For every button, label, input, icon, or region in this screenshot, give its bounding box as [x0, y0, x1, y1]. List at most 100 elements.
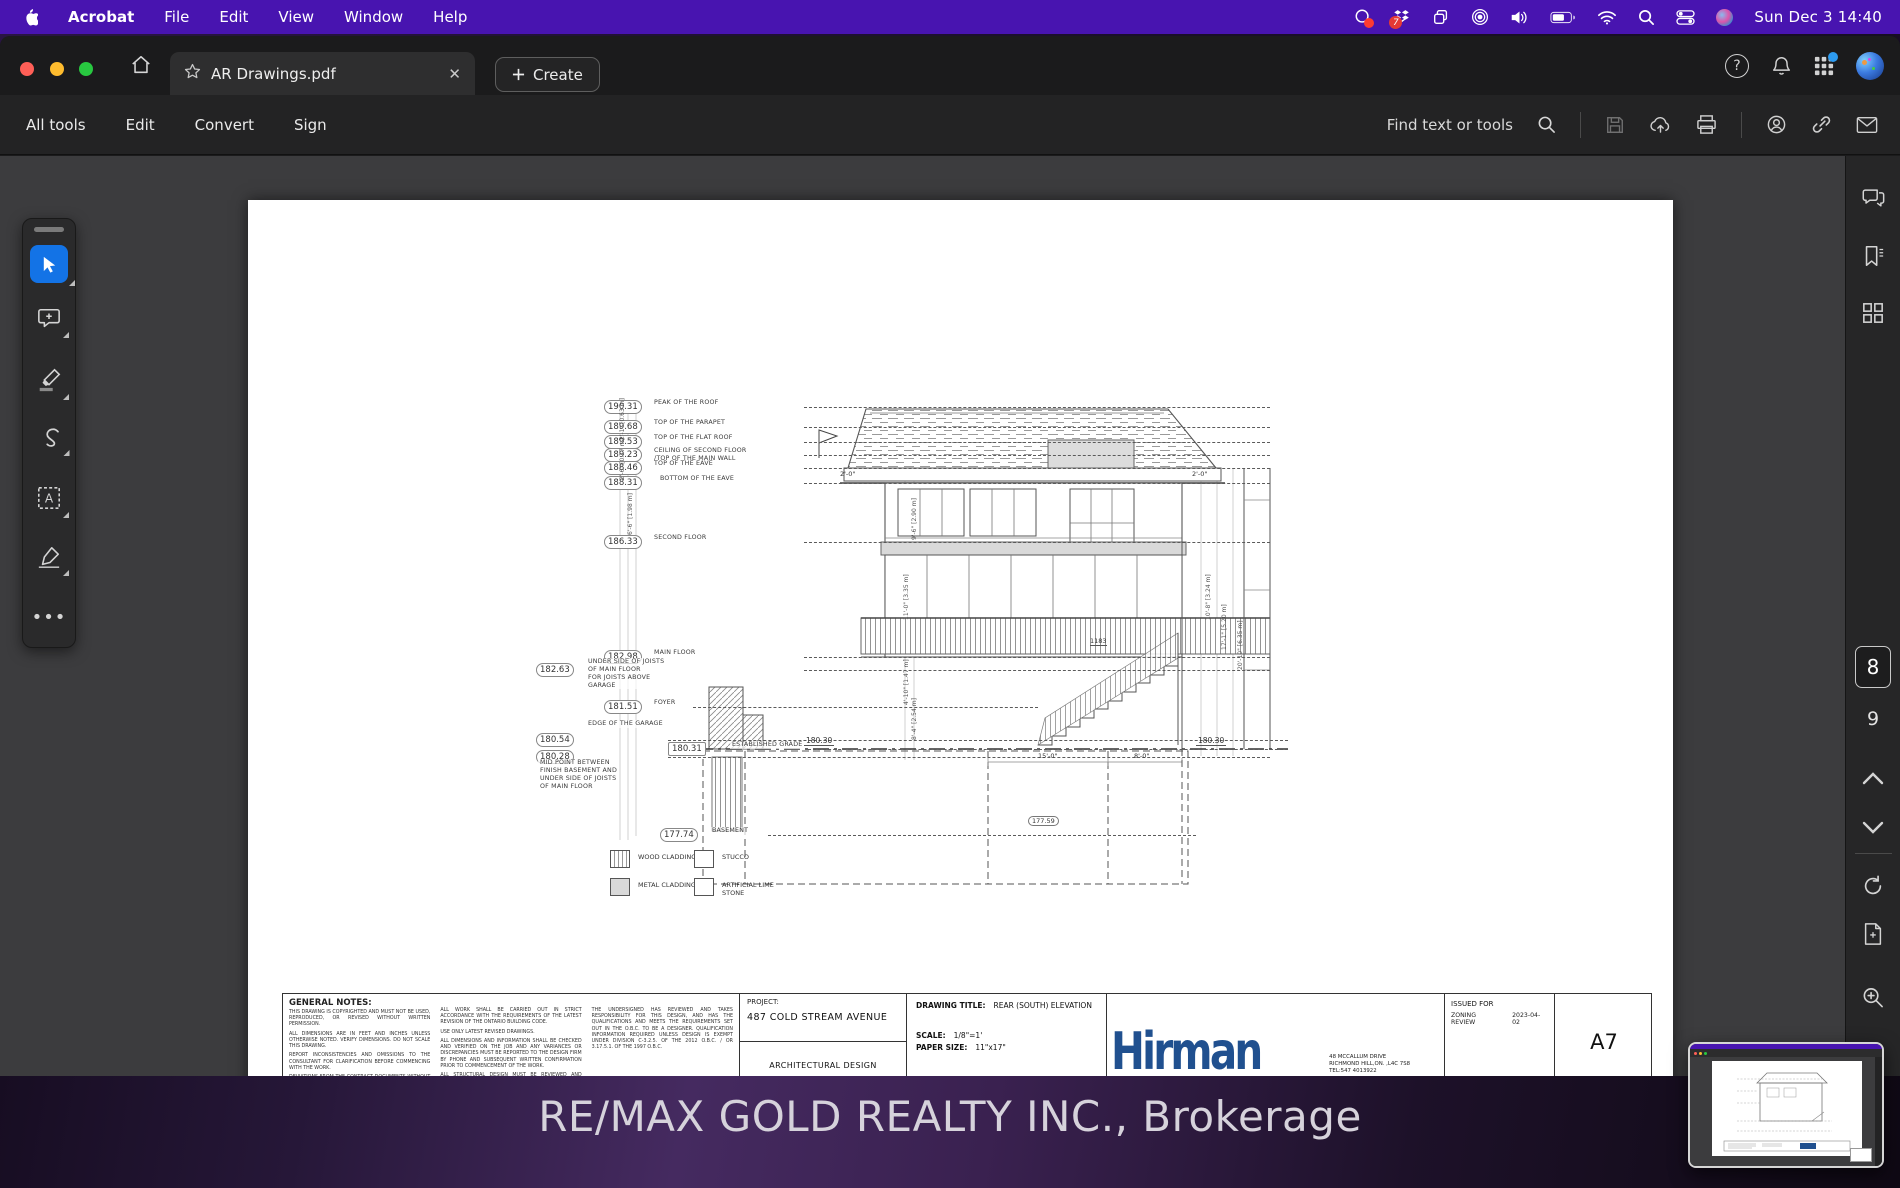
current-page-number: 8 [1855, 646, 1891, 688]
project-address: 487 COLD STREAM AVENUE [747, 1012, 888, 1023]
select-text-tool[interactable]: A [36, 485, 69, 518]
level-label: BASEMENT [710, 827, 751, 835]
quick-tools-panel: A ••• [22, 218, 76, 648]
highlight-tool[interactable] [36, 367, 69, 400]
legend-label: STUCCO [722, 853, 750, 861]
convert-menu[interactable]: Convert [195, 116, 254, 134]
macos-menu-bar: Acrobat File Edit View Window Help 7 Sun… [0, 0, 1900, 34]
submenu-triangle [63, 394, 69, 400]
save-icon [1605, 115, 1625, 135]
level-elevation: 181.51 [604, 700, 642, 714]
project-label: PROJECT: [747, 998, 779, 1006]
acrobat-window: AR Drawings.pdf ✕ Create ? All tools Edi… [0, 36, 1900, 1188]
close-window-button[interactable] [20, 62, 34, 76]
notes-title: GENERAL NOTES: [289, 998, 372, 1008]
note-paragraph: THIS DRAWING IS COPYRIGHTED AND MUST NOT… [289, 1010, 431, 1028]
note-paragraph: REPORT INCONSISTENCIES AND OMISSIONS TO … [289, 1053, 431, 1071]
level-line [804, 483, 1270, 484]
previous-page-button[interactable] [1862, 770, 1884, 789]
level-line [804, 455, 1270, 456]
address-line: 48 MCCALLUM DRIVE [1329, 1053, 1387, 1060]
screen-mirror-preview[interactable] [1688, 1042, 1884, 1168]
next-page-number[interactable]: 9 [1867, 708, 1879, 730]
legend-label: ARTIFICIAL LIME STONE [722, 881, 774, 897]
svg-text:A: A [45, 492, 54, 506]
tab-close-icon[interactable]: ✕ [448, 65, 461, 83]
level-line [804, 442, 1270, 443]
more-tools-button[interactable]: ••• [32, 607, 67, 628]
select-tool-active[interactable] [30, 245, 75, 286]
cursor-arrow-icon [43, 256, 55, 273]
legend-swatch [610, 878, 630, 896]
home-button[interactable] [130, 54, 152, 80]
mini-document-area [1690, 1057, 1882, 1166]
vertical-dimension: 20'-10" [6.35 m] [1237, 620, 1244, 670]
account-avatar[interactable] [1856, 51, 1884, 80]
add-comment-tool[interactable] [36, 307, 69, 338]
note-paragraph: ALL WORK SHALL BE CARRIED OUT IN STRICT … [440, 1008, 582, 1026]
favorite-star-icon[interactable] [184, 63, 201, 84]
menu-edit[interactable]: Edit [219, 8, 248, 26]
level-elevation: 182.63 [536, 663, 574, 677]
current-page-indicator[interactable]: 8 [1855, 646, 1891, 688]
level-label: TOP OF THE PARAPET [652, 419, 728, 427]
wifi-icon[interactable] [1597, 10, 1617, 25]
sign-menu[interactable]: Sign [294, 116, 327, 134]
search-icon[interactable] [1537, 115, 1556, 134]
pdf-page[interactable]: 190.31 PEAK OF THE ROOF 189.68 TOP OF THE P… [248, 200, 1673, 1111]
level-line [668, 757, 1270, 758]
next-page-button[interactable] [1862, 820, 1884, 839]
menu-bar-clock[interactable]: Sun Dec 3 14:40 [1754, 8, 1882, 26]
bookmarks-panel-icon[interactable] [1861, 244, 1885, 272]
volume-icon[interactable] [1510, 9, 1529, 26]
menu-view[interactable]: View [278, 8, 314, 26]
menu-file[interactable]: File [164, 8, 189, 26]
zoom-window-button[interactable] [79, 62, 93, 76]
apple-menu[interactable] [22, 8, 38, 26]
help-icon[interactable]: ? [1725, 53, 1749, 78]
level-label: ESTABLISHED GRADE [730, 741, 805, 749]
screen-record-icon[interactable] [1354, 8, 1375, 28]
dimension-label: 2'-0" [1192, 470, 1208, 478]
dimension-label: 15'-0" [1038, 752, 1058, 760]
extract-page-icon[interactable] [1862, 922, 1885, 950]
vertical-dimension: 10'-8" [3.24 m] [1205, 574, 1212, 620]
create-label: Create [533, 65, 583, 84]
level-line [804, 427, 1270, 428]
panel-drag-handle[interactable] [34, 227, 64, 232]
rotate-page-button[interactable] [1861, 874, 1885, 902]
menu-help[interactable]: Help [433, 8, 467, 26]
menu-app-name[interactable]: Acrobat [68, 8, 134, 26]
request-signatures-icon[interactable] [1766, 114, 1787, 135]
dropbox-icon[interactable]: 7 [1389, 8, 1411, 29]
record-dot [1364, 18, 1375, 28]
sheet-number: A7 [1554, 994, 1653, 1089]
share-link-icon[interactable] [1811, 114, 1832, 135]
apps-grid-icon[interactable] [1814, 51, 1838, 76]
minimize-window-button[interactable] [50, 62, 64, 76]
draw-tool[interactable] [36, 427, 70, 456]
battery-icon[interactable] [1550, 11, 1576, 24]
comments-panel-icon[interactable] [1861, 186, 1886, 213]
hotspot-icon[interactable] [1471, 8, 1489, 26]
vertical-dimension: 9'-6" [2.90 m] [911, 498, 918, 540]
menu-window[interactable]: Window [344, 8, 403, 26]
zoom-in-icon[interactable] [1862, 986, 1885, 1013]
find-text-label[interactable]: Find text or tools [1387, 116, 1513, 134]
document-tab[interactable]: AR Drawings.pdf ✕ [170, 52, 475, 95]
notifications-bell-icon[interactable] [1771, 55, 1792, 77]
print-icon[interactable] [1696, 114, 1717, 135]
control-center-icon[interactable] [1676, 9, 1696, 26]
all-tools-menu[interactable]: All tools [26, 116, 86, 134]
fill-sign-tool[interactable] [36, 545, 69, 576]
email-icon[interactable] [1856, 116, 1878, 134]
copy-windows-icon[interactable] [1432, 8, 1450, 26]
note-paragraph: THE UNDERSIGNED HAS REVIEWED AND TAKES R… [591, 1008, 733, 1051]
cloud-upload-icon[interactable] [1649, 115, 1672, 135]
spotlight-icon[interactable] [1638, 9, 1655, 26]
right-panel-rail: 8 9 [1845, 156, 1900, 1112]
page-thumbnails-icon[interactable] [1862, 302, 1884, 328]
siri-icon[interactable] [1716, 8, 1734, 26]
edit-menu[interactable]: Edit [126, 116, 155, 134]
create-button[interactable]: Create [495, 57, 600, 92]
